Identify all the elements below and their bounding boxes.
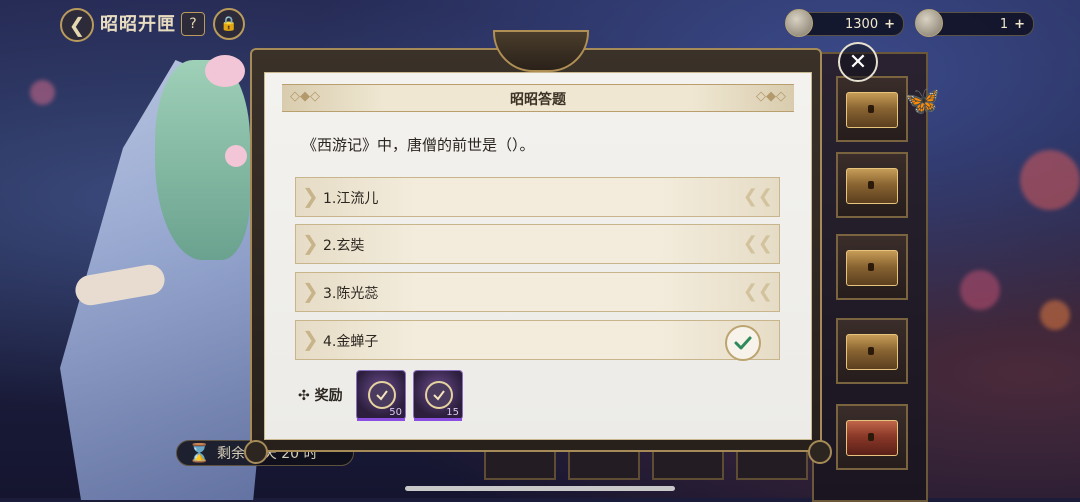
coin-icon (785, 9, 813, 37)
add-coin-button[interactable]: + (884, 17, 895, 32)
ornament-icon: ◇◆◇ (756, 89, 786, 104)
answer-check-icon (425, 381, 453, 409)
quiz-question: 《西游记》中，唐僧的前世是（）。 (302, 136, 535, 154)
chest-slot[interactable] (836, 318, 908, 384)
reward-label: ✣ 奖励 (298, 388, 343, 404)
rarity-bar (357, 418, 405, 421)
chest-icon (846, 420, 898, 456)
reward-count: 50 (389, 407, 402, 418)
hair-flower (205, 55, 245, 87)
bokeh-light (30, 80, 55, 105)
answer-label: 3.陈光蕊 (323, 286, 379, 302)
sparkle-icon: ✣ (298, 388, 310, 404)
chest-column (812, 52, 928, 502)
close-button[interactable]: ✕ (838, 42, 878, 82)
hourglass-icon: ⌛ (188, 443, 211, 464)
lock-icon: 🔒 (220, 16, 238, 32)
answer-option-2[interactable]: ❯ 2.玄奘 ❮❮ (295, 224, 780, 264)
bokeh-light (960, 270, 1000, 310)
chest-slot[interactable] (836, 234, 908, 300)
ornament-icon: ❮❮ (742, 281, 773, 302)
currency-value: 1 (999, 16, 1009, 32)
gear-ornament-icon (808, 440, 832, 464)
answer-label: 2.玄奘 (323, 238, 365, 254)
home-indicator[interactable] (405, 486, 675, 491)
modal-title-bar: ◇◆◇ 昭昭答题 ◇◆◇ (282, 84, 794, 112)
help-button[interactable]: ? (181, 12, 205, 36)
answer-option-3[interactable]: ❯ 3.陈光蕊 ❮❮ (295, 272, 780, 312)
chest-icon (846, 250, 898, 286)
chest-icon (846, 92, 898, 128)
hair-flower (225, 145, 247, 167)
correct-check-icon (725, 325, 761, 361)
currency-coin: 1300 + (785, 9, 904, 37)
chest-icon (846, 334, 898, 370)
lock-button[interactable]: 🔒 (213, 8, 245, 40)
answer-option-1[interactable]: ❯ 1.江流儿 ❮❮ (295, 177, 780, 217)
chevron-right-icon: ❯ (302, 327, 319, 351)
chevron-right-icon: ❯ (302, 231, 319, 255)
chevron-right-icon: ❯ (302, 279, 319, 303)
reward-item[interactable]: 15 (413, 370, 463, 421)
ornament-icon: ❮❮ (742, 233, 773, 254)
chest-icon (846, 168, 898, 204)
answer-label: 1.江流儿 (323, 191, 379, 207)
chest-slot[interactable] (836, 76, 908, 142)
answer-check-icon (368, 381, 396, 409)
rarity-bar (414, 418, 462, 421)
add-token-button[interactable]: + (1014, 17, 1025, 32)
currency-token: 1 + (915, 9, 1034, 37)
gear-ornament-icon (244, 440, 268, 464)
answer-label: 4.金蝉子 (323, 334, 379, 350)
currency-value: 1300 (845, 16, 879, 32)
back-button[interactable]: ❮ (60, 8, 94, 42)
modal-title: 昭昭答题 (510, 92, 566, 108)
chest-slot[interactable] (836, 152, 908, 218)
butterfly-icon: 🦋 (905, 84, 940, 117)
answer-option-4[interactable]: ❯ 4.金蝉子 (295, 320, 780, 361)
chevron-right-icon: ❯ (302, 184, 319, 208)
reward-item[interactable]: 50 (356, 370, 406, 421)
chest-slot[interactable] (836, 404, 908, 470)
token-icon (915, 9, 943, 37)
ornament-icon: ❮❮ (742, 186, 773, 207)
bokeh-light (1020, 150, 1080, 210)
reward-count: 15 (446, 407, 459, 418)
page-title: 昭昭开匣 (100, 14, 176, 35)
back-arrow-icon: ❮ (68, 13, 86, 37)
bokeh-light (1040, 300, 1070, 330)
